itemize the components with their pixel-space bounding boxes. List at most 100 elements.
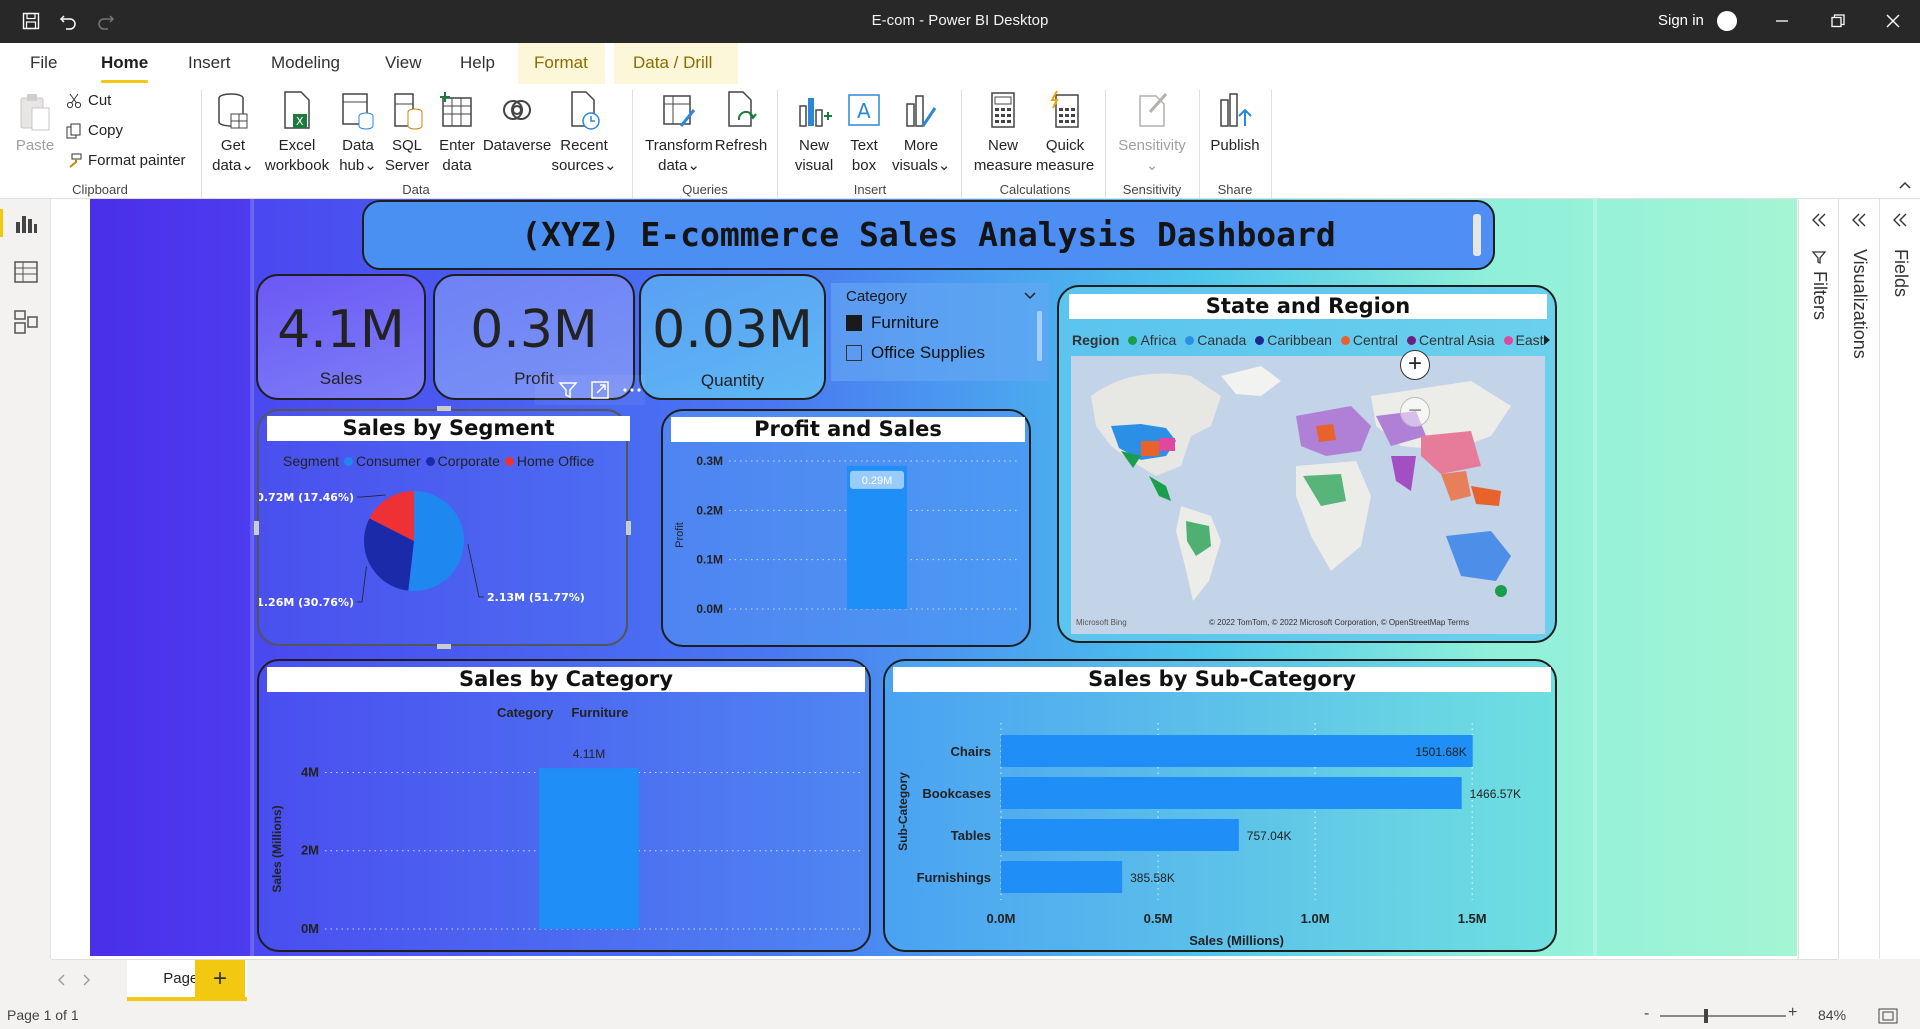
fit-to-page-icon[interactable] [1878, 1008, 1898, 1024]
clipboard-group-label: Clipboard [72, 182, 128, 197]
legend-next-icon[interactable] [1543, 334, 1551, 346]
report-view-icon[interactable] [13, 210, 39, 236]
chevron-double-left-icon[interactable] [1892, 213, 1908, 227]
title-bar: E-com - Power BI Desktop Sign in [0, 0, 1920, 43]
chevron-down-icon[interactable] [1023, 291, 1037, 301]
sales-by-category-card[interactable]: Sales by Category Category Furniture 0M 2… [257, 659, 871, 952]
kpi-card-sales[interactable]: 4.1M Sales [256, 274, 426, 400]
category-label: Chairs [951, 744, 991, 759]
recent-sources-icon [571, 91, 600, 130]
slicer-item-office-supplies[interactable]: Office Supplies [846, 343, 985, 363]
sales-by-subcategory-card[interactable]: Sales by Sub-Category 0.0M 0.5M 1.0M 1.5M Sa… [883, 659, 1557, 952]
tab-modeling[interactable]: Modeling [269, 53, 342, 73]
profit-bar-chart[interactable]: 0.0M 0.1M 0.2M 0.3M Profit 0.29M [663, 445, 1029, 645]
subcategory-bar-tables [1001, 819, 1239, 851]
data-hub-button[interactable]: Data hub⌄ [333, 90, 383, 176]
add-page-button[interactable]: + [195, 960, 245, 1000]
fields-label[interactable]: Fields [1890, 249, 1911, 297]
report-canvas: (XYZ) E-commerce Sales Analysis Dashboar… [90, 199, 1797, 956]
avatar[interactable] [1717, 11, 1737, 31]
checkbox-unchecked[interactable] [846, 345, 862, 361]
cut-button[interactable]: Cut [66, 92, 111, 109]
sign-in-link[interactable]: Sign in [1658, 12, 1704, 29]
filters-label[interactable]: Filters [1809, 271, 1830, 320]
tab-help[interactable]: Help [458, 53, 497, 73]
filter-icon[interactable] [555, 377, 581, 403]
resize-handle[interactable] [437, 644, 451, 649]
category-slicer[interactable]: Category Furniture Office Supplies [831, 283, 1049, 381]
legend-africa: Africa [1128, 332, 1176, 348]
zoom-slider[interactable] [1660, 1009, 1786, 1023]
tab-view[interactable]: View [383, 53, 424, 73]
close-icon[interactable] [1878, 8, 1908, 34]
chevron-double-left-icon[interactable] [1811, 213, 1827, 227]
map-credit[interactable]: © 2022 TomTom, © 2022 Microsoft Corporat… [1209, 618, 1469, 627]
enter-data-button[interactable]: Enter data [432, 90, 482, 176]
sensitivity-button[interactable]: Sensitivity ⌄ [1112, 90, 1192, 176]
sales-by-segment-card[interactable]: Sales by Segment Segment Consumer Corpor… [254, 406, 631, 649]
legend-consumer: Consumer [344, 453, 421, 469]
tab-format[interactable]: Format [532, 53, 590, 73]
get-data-button[interactable]: Get data⌄ [208, 90, 258, 176]
subcategory-bar-chart[interactable]: 0.0M 0.5M 1.0M 1.5M Sales (Millions) Sub-Cate… [885, 695, 1555, 951]
tab-data-drill[interactable]: Data / Drill [631, 53, 714, 73]
quick-measure-button[interactable]: Quick measure [1032, 90, 1098, 176]
checkbox-checked[interactable] [846, 315, 862, 331]
resize-handle[interactable] [626, 521, 631, 535]
profit-and-sales-card[interactable]: Profit and Sales 0.0M 0.1M 0.2M 0.3M Profit 0… [661, 409, 1031, 647]
tab-file[interactable]: File [28, 53, 59, 73]
publish-button[interactable]: Publish [1205, 90, 1265, 156]
text-box-button[interactable]: A Text box [838, 90, 890, 176]
world-map[interactable] [1071, 356, 1545, 634]
transform-data-button[interactable]: Transform data⌄ [642, 90, 716, 176]
title-scrollbar[interactable] [1473, 214, 1481, 256]
paste-button[interactable]: Paste [12, 92, 58, 156]
tab-home[interactable]: Home [99, 53, 150, 83]
refresh-icon [728, 91, 757, 127]
svg-text:A: A [857, 99, 871, 123]
data-label: 1466.57K [1470, 787, 1521, 801]
chevron-double-left-icon[interactable] [1851, 213, 1867, 227]
excel-workbook-button[interactable]: X Excel workbook [259, 90, 335, 176]
resize-handle[interactable] [437, 406, 451, 411]
publish-icon [1220, 93, 1252, 127]
slicer-item-furniture[interactable]: Furniture [846, 313, 939, 333]
menu-bar: File Home Insert Modeling View Help Form… [0, 43, 1920, 84]
category-label: Tables [951, 828, 991, 843]
collapse-ribbon-icon[interactable] [1898, 180, 1912, 190]
kpi-card-quantity[interactable]: 0.03M Quantity [639, 274, 826, 400]
zoom-in-button[interactable]: + [1400, 350, 1430, 380]
zoom-in-icon[interactable]: + [1788, 1004, 1797, 1022]
segment-pie-chart[interactable]: 2.13M (51.77%) 1.26M (30.76%) 0.72M (17.46… [259, 471, 629, 641]
sql-server-button[interactable]: SQL Server [384, 90, 430, 176]
new-visual-button[interactable]: New visual [788, 90, 840, 176]
new-measure-button[interactable]: New measure [970, 90, 1036, 176]
filters-pane[interactable]: Filters [1798, 199, 1838, 959]
category-bar-chart[interactable]: 0M 2M 4M Sales (Millions) 4.11M [259, 721, 869, 951]
more-options-icon[interactable] [619, 377, 645, 403]
zoom-out-button[interactable]: − [1400, 397, 1430, 427]
slicer-scrollbar[interactable] [1037, 311, 1042, 361]
view-nav [0, 199, 51, 959]
format-painter-button[interactable]: Format painter [66, 152, 186, 169]
recent-sources-button[interactable]: Recent sources⌄ [551, 90, 617, 176]
visualizations-pane[interactable]: Visualizations [1838, 199, 1879, 959]
fields-pane[interactable]: Fields [1879, 199, 1920, 959]
minimize-icon[interactable] [1767, 8, 1797, 34]
prev-page-icon[interactable] [57, 974, 67, 986]
next-page-icon[interactable] [81, 974, 91, 986]
more-visuals-button[interactable]: More visuals⌄ [892, 90, 950, 176]
data-view-icon[interactable] [13, 259, 39, 285]
visualizations-label[interactable]: Visualizations [1849, 249, 1870, 359]
copy-button[interactable]: Copy [66, 122, 123, 139]
resize-handle[interactable] [254, 521, 259, 535]
focus-mode-icon[interactable] [587, 377, 613, 403]
refresh-button[interactable]: Refresh [713, 90, 769, 156]
zoom-out-icon[interactable]: - [1644, 1005, 1649, 1023]
restore-icon[interactable] [1823, 8, 1853, 34]
dataverse-button[interactable]: Dataverse [481, 90, 553, 156]
tab-insert[interactable]: Insert [186, 53, 233, 73]
zoom-slider-thumb[interactable] [1704, 1009, 1708, 1023]
y-tick-label: 2M [301, 843, 319, 858]
model-view-icon[interactable] [13, 309, 39, 335]
